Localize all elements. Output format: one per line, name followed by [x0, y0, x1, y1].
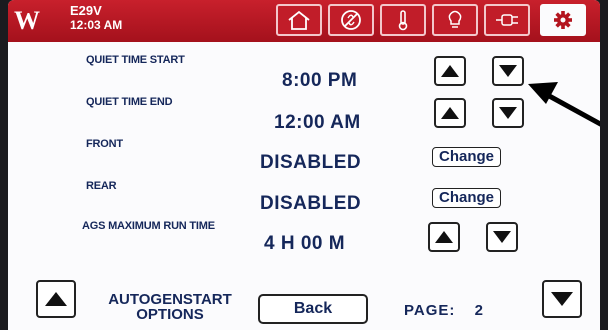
quiet-time-end-label: QUIET TIME END [86, 96, 173, 108]
screen-title-line1: AUTOGENSTART [108, 291, 232, 308]
ags-max-run-time-value: 4 H 00 M [264, 233, 346, 254]
home-icon [288, 10, 310, 30]
quiet-time-start-value: 8:00 PM [282, 70, 358, 91]
ags-max-run-time-up-button[interactable] [428, 222, 460, 252]
page-up-button[interactable] [36, 280, 76, 318]
page-label: PAGE: [404, 302, 456, 319]
touchscreen-display: W E29V 12:03 AM QUIET TIME START 8:00 PM… [8, 0, 600, 330]
gear-icon [554, 11, 572, 29]
front-label: FRONT [86, 138, 123, 150]
triangle-down-icon [493, 231, 511, 243]
triangle-up-icon [441, 65, 459, 77]
plug-icon [496, 14, 518, 26]
triangle-down-icon [551, 292, 573, 306]
triangle-down-icon [499, 107, 517, 119]
pointer-arrow-icon [528, 82, 600, 127]
temperature-button[interactable] [380, 4, 426, 36]
ags-max-run-time-down-button[interactable] [486, 222, 518, 252]
page-indicator: PAGE: 2 [404, 302, 484, 319]
quiet-time-end-down-button[interactable] [492, 98, 524, 128]
no-fan-icon [341, 10, 361, 30]
quiet-time-end-value: 12:00 AM [274, 112, 361, 133]
page-down-button[interactable] [542, 280, 582, 318]
front-change-button[interactable]: Change [432, 147, 502, 167]
triangle-up-icon [45, 292, 67, 306]
rear-value: DISABLED [260, 193, 362, 214]
ags-max-run-time-label: AGS MAXIMUM RUN TIME [82, 220, 215, 232]
triangle-down-icon [499, 65, 517, 77]
quiet-time-start-down-button[interactable] [492, 56, 524, 86]
quiet-time-start-up-button[interactable] [434, 56, 466, 86]
triangle-up-icon [435, 231, 453, 243]
fan-button[interactable] [328, 4, 374, 36]
power-button[interactable] [484, 4, 530, 36]
screen-title: AUTOGENSTART OPTIONS [90, 292, 250, 322]
quiet-time-start-label: QUIET TIME START [86, 54, 185, 66]
page-number: 2 [474, 302, 484, 319]
triangle-up-icon [441, 107, 459, 119]
front-value: DISABLED [260, 152, 362, 173]
thermometer-icon [398, 10, 408, 31]
quiet-time-end-up-button[interactable] [434, 98, 466, 128]
home-button[interactable] [276, 4, 322, 36]
rear-label: REAR [86, 180, 117, 192]
screen-title-line2: OPTIONS [136, 306, 204, 323]
lightbulb-icon [448, 10, 462, 28]
status-time: 12:03 AM [70, 18, 123, 32]
back-button[interactable]: Back [258, 294, 368, 324]
header-bar: W E29V 12:03 AM [8, 0, 600, 42]
brand-logo: W [14, 6, 40, 35]
settings-button[interactable] [540, 4, 586, 36]
status-code: E29V [70, 3, 102, 18]
rear-change-button[interactable]: Change [432, 188, 502, 208]
lighting-button[interactable] [432, 4, 478, 36]
